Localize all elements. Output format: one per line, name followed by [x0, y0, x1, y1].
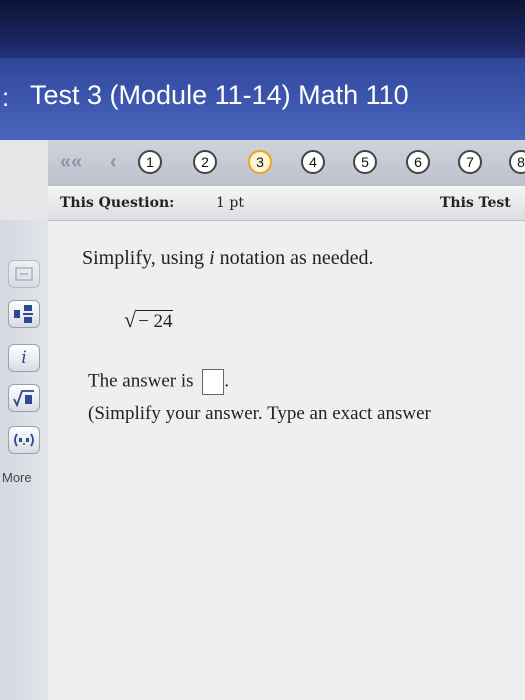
answer-hint: (Simplify your answer. Type an exact ans…: [88, 403, 431, 424]
chevron-left-icon[interactable]: ‹: [110, 151, 117, 174]
radicand: − 24: [136, 310, 173, 332]
screen-bezel: [0, 0, 525, 58]
title-prefix: :: [2, 82, 10, 112]
question-button-5[interactable]: 5: [353, 150, 377, 174]
question-header: This Question: 1 pt This Test: [48, 186, 525, 221]
answer-prefix: The answer is: [88, 370, 194, 392]
radical-expression: √ − 24: [124, 307, 173, 333]
question-button-8[interactable]: 8: [509, 150, 525, 174]
nth-root-icon[interactable]: [8, 384, 40, 412]
test-summary-label: This Test: [440, 195, 511, 211]
answer-line: The answer is .: [88, 369, 229, 395]
question-button-7[interactable]: 7: [458, 150, 482, 174]
prompt-text-end: notation as needed.: [214, 247, 374, 269]
title-bar: : Test 3 (Module 11-14) Math 110: [0, 58, 525, 140]
question-panel: Simplify, using i notation as needed. √ −…: [48, 221, 525, 700]
more-tools-link[interactable]: More: [2, 470, 32, 485]
imaginary-i-icon[interactable]: i: [8, 344, 40, 372]
question-prompt: Simplify, using i notation as needed.: [82, 247, 373, 270]
answer-input[interactable]: [202, 369, 225, 395]
fraction-icon[interactable]: [8, 260, 40, 288]
question-label: This Question:: [60, 195, 175, 211]
question-button-3-current[interactable]: 3: [248, 150, 272, 174]
page-title: Test 3 (Module 11-14) Math 110: [30, 80, 409, 110]
question-button-6[interactable]: 6: [406, 150, 430, 174]
answer-suffix: .: [224, 370, 230, 392]
question-button-2[interactable]: 2: [193, 150, 217, 174]
double-chevron-left-icon[interactable]: ««: [60, 151, 82, 174]
square-root-icon: √: [124, 307, 137, 332]
question-navigation: «« ‹ 1 2 3 4 5 6 7 8: [48, 140, 525, 186]
question-points: 1 pt: [216, 195, 244, 211]
interval-icon[interactable]: [8, 426, 40, 454]
question-button-1[interactable]: 1: [138, 150, 162, 174]
math-toolbar: i More: [0, 220, 49, 700]
prompt-text-start: Simplify, using: [82, 247, 210, 269]
question-button-4[interactable]: 4: [301, 150, 325, 174]
mixed-number-icon[interactable]: [8, 300, 40, 328]
